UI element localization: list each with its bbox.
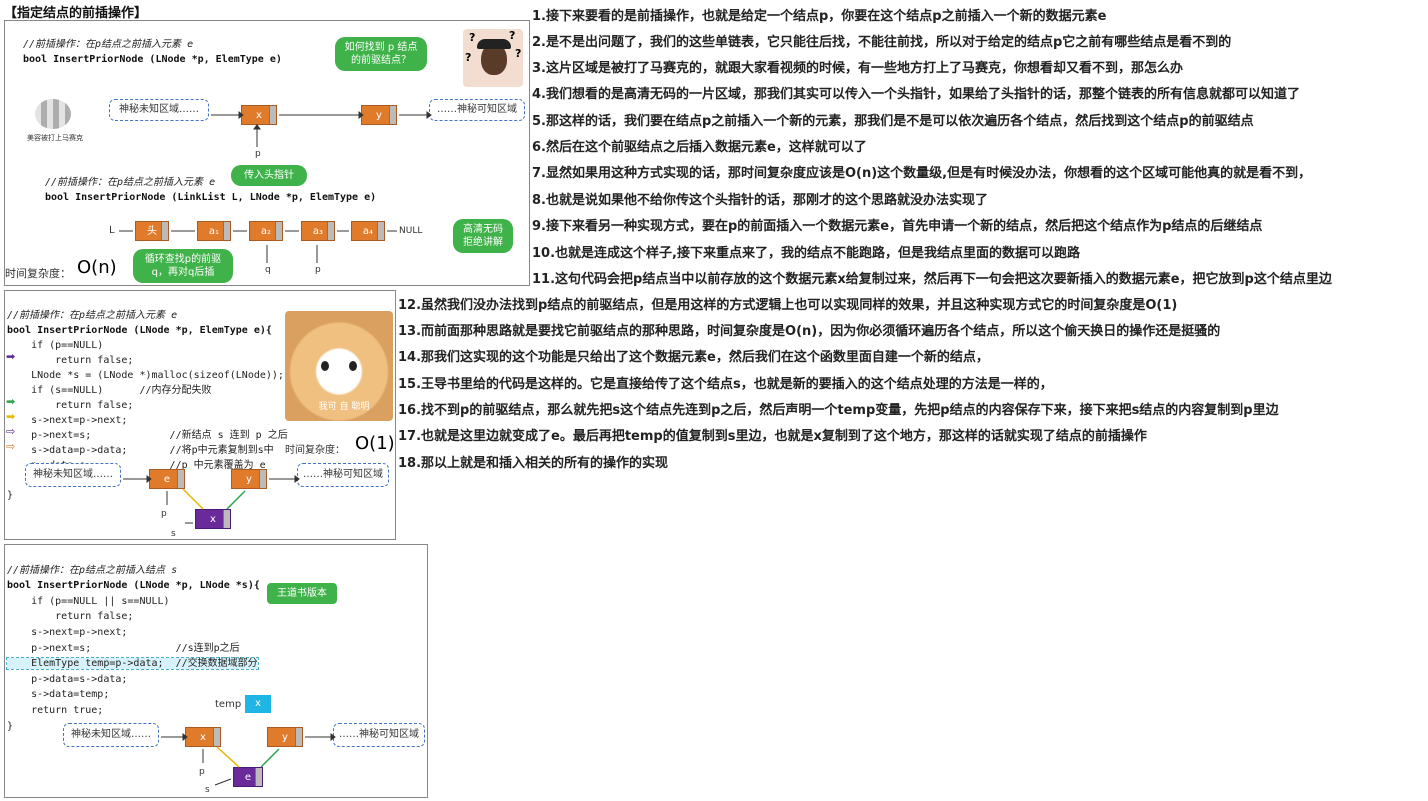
note-line: 11.这句代码会把p结点当中以前存放的这个数据元素x给复制过来，然后再下一句会把… [532, 272, 1332, 287]
note-line: 16.找不到p的前驱结点，那么就先把s这个结点先连到p之后，然后声明一个temp… [398, 403, 1279, 418]
note-line: 17.也就是这里边就变成了e。最后再把temp的值复制到s里边，也就是x复制到了… [398, 429, 1147, 444]
note-line: 10.也就是连成这个样子,接下来重点来了，我的结点不能跑路，但是我结点里面的数据… [532, 246, 1080, 261]
note-line: 13.而前面那种思路就是要找它前驱结点的那种思路，时间复杂度是O(n)，因为你必… [398, 324, 1221, 339]
note-line: 3.这片区域是被打了马赛克的，就跟大家看视频的时候，有一些地方打上了马赛克，你想… [532, 61, 1183, 76]
note-line: 12.虽然我们没办法找到p结点的前驱结点，但是用这样的方式逻辑上也可以实现同样的… [398, 298, 1178, 313]
note-line: 4.我们想看的是高清无码的一片区域，那我们其实可以传入一个头指针，如果给了头指针… [532, 87, 1300, 102]
page-title: 【指定结点的前插操作】 [4, 6, 148, 21]
panel1-arrows [119, 111, 432, 263]
note-line: 15.王导书里给的代码是这样的。它是直接给传了这个结点s，也就是新的要插入的这个… [398, 377, 1053, 392]
note-line: 18.那以上就是和插入相关的所有的操作的实现 [398, 456, 669, 471]
note-line: 7.显然如果用这种方式实现的话，那时间复杂度应该是O(n)这个数量级,但是有时候… [532, 166, 1312, 181]
panel-copy-method: //前插操作：在p结点之前插入元素 e bool InsertPriorNode… [4, 290, 396, 540]
note-line: 6.然后在这个前驱结点之后插入数据元素e，这样就可以了 [532, 140, 867, 155]
panel-wangdao-version: //前插操作：在p结点之前插入结点 s bool InsertPriorNode… [4, 544, 428, 798]
panel2-arrows [123, 475, 300, 524]
note-line: 5.那这样的话，我们要在结点p之前插入一个新的元素，那我们是不是可以依次遍历各个… [532, 114, 1254, 129]
panel3-arrows [161, 733, 336, 786]
note-line: 9.接下来看另一种实现方式，要在p的前面插入一个数据元素e，首先申请一个新的结点… [532, 219, 1263, 234]
note-line: 1.接下来要看的是前插操作，也就是给定一个结点p，你要在这个结点p之前插入一个新… [532, 9, 1107, 24]
note-line: 2.是不是出问题了，我们的这些单链表，它只能往后找，不能往前找，所以对于给定的结… [532, 35, 1232, 50]
panel-intro: //前插操作：在p结点之前插入元素 e bool InsertPriorNode… [4, 20, 530, 286]
note-line: 8.也就是说如果他不给你传这个头指针的话，那刚才的这个思路就没办法实现了 [532, 193, 988, 208]
note-line: 14.那我们这实现的这个功能是只给出了这个数据元素e，然后我们在这个函数里面自建… [398, 350, 989, 365]
